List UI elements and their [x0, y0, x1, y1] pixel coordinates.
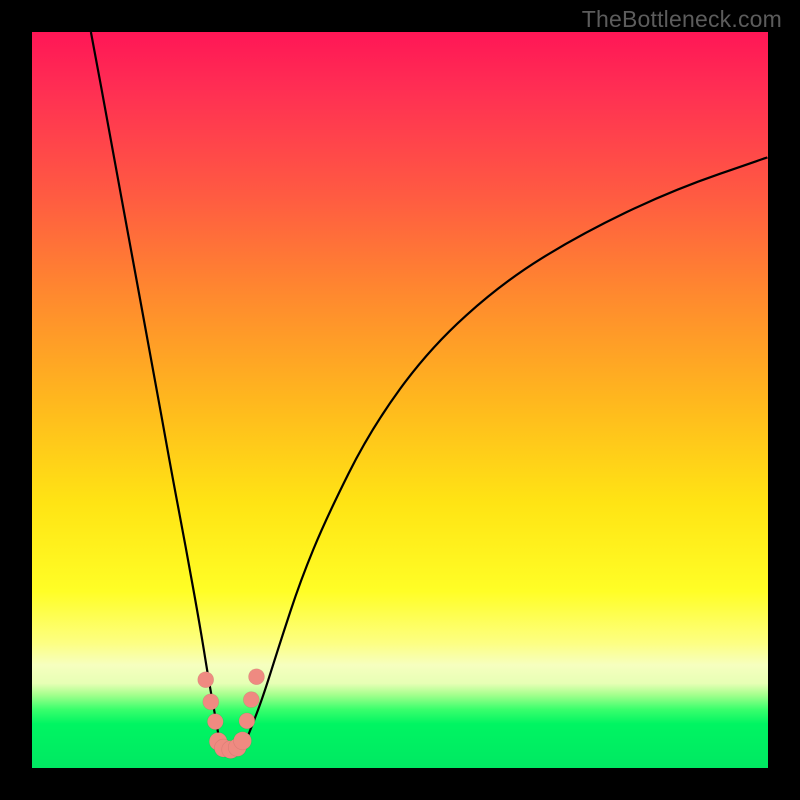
plot-area: [32, 32, 768, 768]
marker-beads: [198, 669, 265, 759]
marker-bead: [207, 714, 223, 730]
marker-bead: [239, 713, 255, 729]
watermark-text: TheBottleneck.com: [582, 6, 782, 33]
curve-layer: [32, 32, 768, 768]
curve-right-branch: [238, 157, 768, 753]
curve-left-branch: [91, 32, 224, 753]
marker-bead: [198, 672, 214, 688]
marker-bead: [243, 692, 259, 708]
chart-frame: TheBottleneck.com: [0, 0, 800, 800]
marker-bead: [203, 694, 219, 710]
marker-bead: [249, 669, 265, 685]
marker-bead: [234, 732, 252, 750]
